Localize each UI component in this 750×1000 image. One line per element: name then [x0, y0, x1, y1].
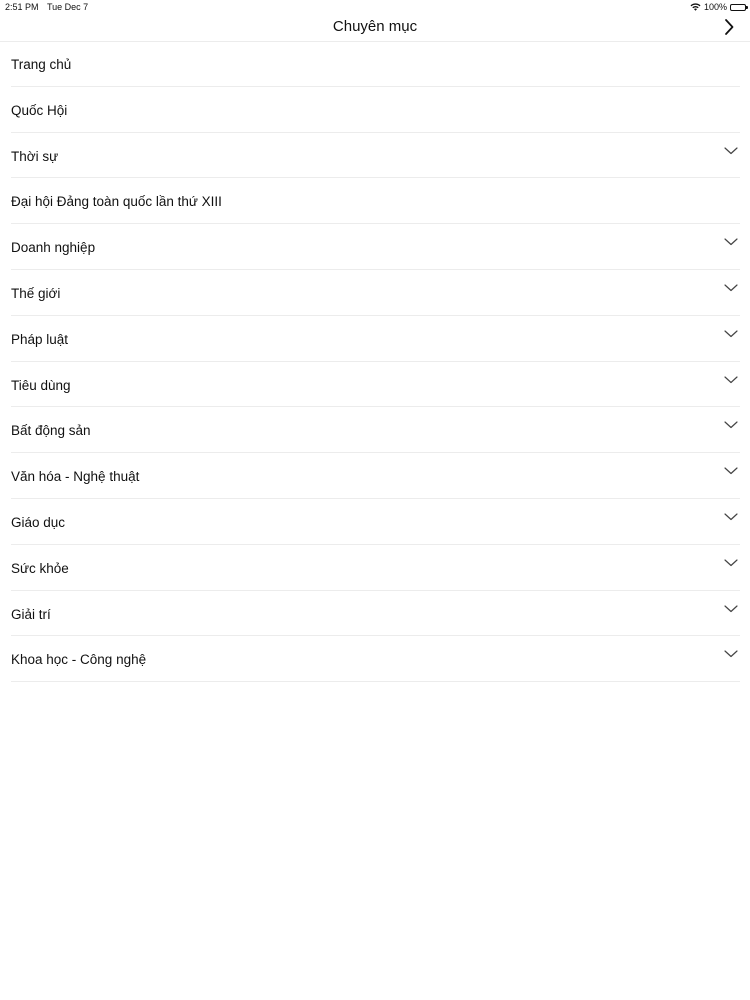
menu-item-label: Pháp luật	[11, 331, 69, 347]
chevron-down-icon[interactable]	[724, 559, 738, 567]
menu-item-label: Thế giới	[11, 285, 61, 301]
menu-item[interactable]: Sức khỏe	[11, 545, 740, 591]
chevron-down-icon[interactable]	[724, 604, 738, 613]
battery-percent: 100%	[703, 2, 727, 12]
menu-item[interactable]: Giải trí	[11, 591, 740, 637]
chevron-down-icon[interactable]	[724, 330, 738, 338]
menu-item-label: Giáo dục	[11, 514, 66, 530]
menu-item[interactable]: Đại hội Đảng toàn quốc lần thứ XIII	[11, 178, 740, 225]
menu-item[interactable]: Pháp luật	[11, 316, 740, 362]
menu-item-label: Tiêu dùng	[11, 377, 71, 393]
menu-item-label: Quốc Hội	[11, 102, 68, 118]
menu-item-label: Sức khỏe	[11, 560, 69, 576]
chevron-down-icon[interactable]	[724, 467, 738, 475]
wifi-icon	[690, 3, 701, 11]
menu-item[interactable]: Doanh nghiệp	[11, 224, 740, 270]
page-title: Chuyên mục	[332, 18, 418, 35]
menu-item[interactable]: Bất động sản	[11, 407, 740, 454]
chevron-down-icon[interactable]	[724, 375, 738, 384]
menu-item-label: Văn hóa - Nghệ thuật	[11, 469, 140, 485]
navigation-bar: Chuyên mục	[0, 14, 750, 42]
menu-item[interactable]: Thời sự	[11, 133, 740, 179]
menu-item[interactable]: Giáo dục	[11, 499, 740, 545]
menu-item-label: Bất động sản	[11, 423, 91, 439]
chevron-down-icon[interactable]	[724, 238, 738, 246]
status-date: Tue Dec 7	[47, 2, 89, 12]
menu-item[interactable]: Quốc Hội	[11, 87, 740, 133]
chevron-down-icon[interactable]	[724, 421, 738, 429]
chevron-down-icon[interactable]	[724, 513, 738, 521]
menu-item-label: Giải trí	[11, 606, 51, 622]
menu-item[interactable]: Văn hóa - Nghệ thuật	[11, 453, 740, 499]
menu-item-label: Doanh nghiệp	[11, 240, 96, 256]
menu-item[interactable]: Trang chủ	[11, 41, 740, 87]
menu-item[interactable]: Tiêu dùng	[11, 362, 740, 408]
chevron-down-icon[interactable]	[724, 146, 738, 155]
chevron-down-icon[interactable]	[724, 650, 738, 658]
menu-item-label: Khoa học - Công nghệ	[11, 652, 147, 668]
menu-item-label: Trang chủ	[11, 57, 72, 72]
menu-item-label: Thời sự	[11, 148, 59, 164]
menu-item[interactable]: Khoa học - Công nghệ	[11, 636, 740, 683]
category-list: Trang chủ Quốc Hội Thời sự Đại hội Đảng toà…	[11, 41, 740, 683]
status-bar: 2:51 PM Tue Dec 7 100%	[0, 0, 750, 14]
chevron-down-icon[interactable]	[724, 284, 738, 292]
status-time: 2:51 PM	[5, 2, 39, 12]
battery-icon	[730, 3, 748, 11]
status-indicators: 100%	[690, 0, 748, 14]
forward-chevron-icon[interactable]	[722, 18, 736, 36]
menu-item[interactable]: Thế giới	[11, 270, 740, 316]
menu-item-label: Đại hội Đảng toàn quốc lần thứ XIII	[11, 194, 222, 210]
